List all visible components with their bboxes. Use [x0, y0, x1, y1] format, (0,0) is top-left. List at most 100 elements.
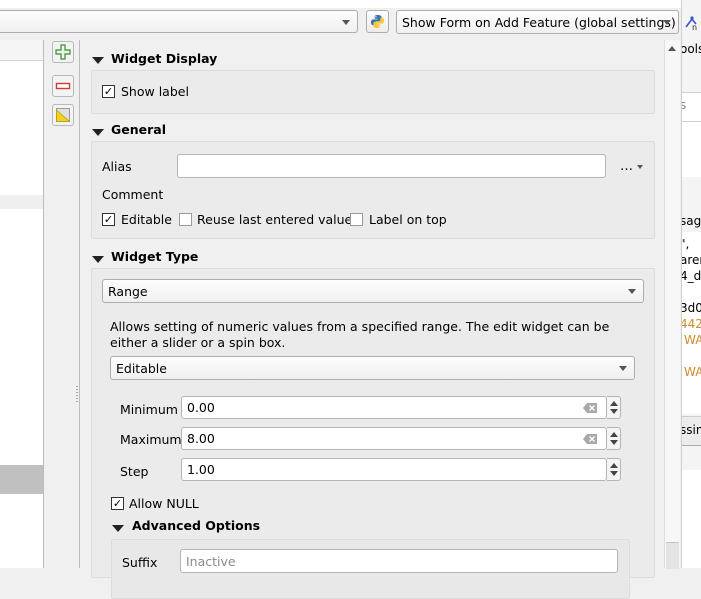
general-title[interactable]: General: [111, 122, 166, 137]
label-on-top-label: Label on top: [369, 212, 447, 227]
alias-expression-menu-button[interactable]: …: [620, 159, 644, 174]
maximum-value: 8.00: [187, 431, 215, 446]
list-item[interactable]: [0, 195, 43, 209]
chevron-down-icon: [619, 366, 627, 371]
show-label-checkbox[interactable]: ✓: [102, 85, 115, 98]
svg-text:n: n: [692, 23, 697, 31]
step-input[interactable]: 1.00: [181, 458, 607, 481]
clear-icon[interactable]: [583, 402, 597, 413]
collapse-triangle-icon[interactable]: [92, 256, 104, 263]
chevron-down-icon: [628, 289, 636, 294]
maximum-input[interactable]: 8.00: [181, 427, 607, 450]
widget-type-group: Range Allows setting of numeric values f…: [91, 268, 655, 599]
right-panel-bottom-area: [682, 470, 701, 568]
log-warning: WA: [684, 333, 701, 347]
step-spinner[interactable]: [607, 458, 621, 481]
step-label: Step: [120, 464, 149, 479]
spin-down-icon[interactable]: [610, 440, 618, 445]
python-icon: [370, 14, 385, 29]
python-init-button[interactable]: [366, 10, 389, 33]
minimum-spinner[interactable]: [607, 396, 621, 419]
log-line: 442: [682, 317, 701, 331]
add-field-button[interactable]: [52, 41, 74, 63]
minus-icon: [55, 82, 71, 90]
field-calculator-icon: [56, 108, 71, 122]
reuse-last-value-label: Reuse last entered value: [197, 212, 353, 227]
minimum-value: 0.00: [187, 400, 215, 415]
field-calculator-button[interactable]: [52, 104, 74, 126]
step-value: 1.00: [187, 462, 215, 477]
digitizing-tool-icon[interactable]: n: [683, 13, 699, 31]
right-panel-text: ools: [681, 42, 701, 56]
log-messages: ", aren 4_dl 3d0 442 WA WA: [682, 232, 701, 414]
label-on-top-checkbox[interactable]: [350, 213, 363, 226]
remove-field-button[interactable]: [52, 75, 74, 97]
minimum-input[interactable]: 0.00: [181, 396, 607, 419]
fields-list-header: [0, 40, 43, 61]
plus-icon: [55, 44, 71, 60]
range-mode-combo[interactable]: Editable: [110, 356, 635, 380]
general-group: Alias … Comment ✓ Editable Reuse last en…: [91, 141, 655, 239]
chevron-down-icon: [663, 20, 671, 25]
processing-tab[interactable]: ssin: [682, 416, 701, 446]
right-panel-input[interactable]: s: [682, 92, 701, 122]
range-mode-value: Editable: [116, 360, 167, 376]
spin-up-icon[interactable]: [610, 463, 618, 468]
log-warning: WA: [684, 365, 701, 379]
widget-display-title[interactable]: Widget Display: [111, 51, 217, 66]
collapse-triangle-icon[interactable]: [92, 57, 104, 64]
title-strip: [0, 0, 681, 8]
field-properties-panel: Widget Display ✓ Show label General Alia…: [81, 40, 664, 599]
widget-type-value: Range: [108, 283, 148, 299]
maximum-label: Maximum: [120, 432, 182, 447]
log-line: ",: [682, 237, 690, 251]
chevron-down-icon: [637, 164, 644, 169]
form-suppress-combo[interactable]: Show Form on Add Feature (global setting…: [396, 10, 679, 34]
right-panel-list: [682, 122, 701, 177]
right-panel-placeholder: s: [682, 98, 686, 112]
alias-label: Alias: [102, 159, 132, 174]
fields-list[interactable]: [0, 40, 44, 568]
form-scrollbar[interactable]: [664, 40, 680, 569]
ellipsis-icon: …: [620, 159, 633, 174]
right-dock-panel: n ools s sag ", aren 4_dl 3d0 442 WA WA …: [681, 0, 701, 568]
widget-type-title[interactable]: Widget Type: [111, 249, 198, 264]
advanced-options-title[interactable]: Advanced Options: [132, 518, 260, 533]
layer-combo[interactable]: [0, 10, 358, 33]
minimum-label: Minimum: [120, 402, 178, 417]
widget-type-combo[interactable]: Range: [102, 279, 644, 303]
spin-up-icon[interactable]: [610, 432, 618, 437]
show-label-label: Show label: [121, 84, 189, 99]
comment-label: Comment: [102, 187, 164, 202]
log-line: 3d0: [682, 301, 701, 315]
splitter-handle[interactable]: [76, 386, 78, 404]
form-suppress-value: Show Form on Add Feature (global setting…: [402, 14, 676, 30]
advanced-options-group: Suffix Inactive: [111, 539, 630, 599]
allow-null-label: Allow NULL: [129, 496, 199, 511]
scroll-up-icon[interactable]: [668, 46, 676, 51]
scrollbar-thumb[interactable]: [666, 542, 679, 569]
spin-up-icon[interactable]: [610, 401, 618, 406]
clear-icon[interactable]: [583, 433, 597, 444]
collapse-triangle-icon[interactable]: [112, 525, 124, 532]
maximum-spinner[interactable]: [607, 427, 621, 450]
log-line: 4_dl: [681, 269, 701, 283]
editable-checkbox[interactable]: ✓: [102, 213, 115, 226]
field-tools-column: [45, 40, 80, 568]
processing-tab-label: ssin: [681, 423, 701, 437]
widget-description: Allows setting of numeric values from a …: [110, 319, 610, 350]
log-tab-label[interactable]: sag: [682, 214, 701, 228]
spin-down-icon[interactable]: [610, 471, 618, 476]
alias-input[interactable]: [177, 154, 606, 178]
suffix-input[interactable]: Inactive: [180, 549, 618, 573]
collapse-triangle-icon[interactable]: [92, 129, 104, 136]
chevron-down-icon: [342, 19, 350, 25]
spin-down-icon[interactable]: [610, 409, 618, 414]
allow-null-checkbox[interactable]: ✓: [111, 497, 124, 510]
suffix-placeholder: Inactive: [186, 553, 236, 569]
list-item-selected[interactable]: [0, 465, 43, 494]
widget-display-group: ✓ Show label: [91, 70, 655, 114]
reuse-last-value-checkbox[interactable]: [179, 213, 192, 226]
log-line: aren: [681, 253, 701, 267]
editable-label: Editable: [121, 212, 172, 227]
